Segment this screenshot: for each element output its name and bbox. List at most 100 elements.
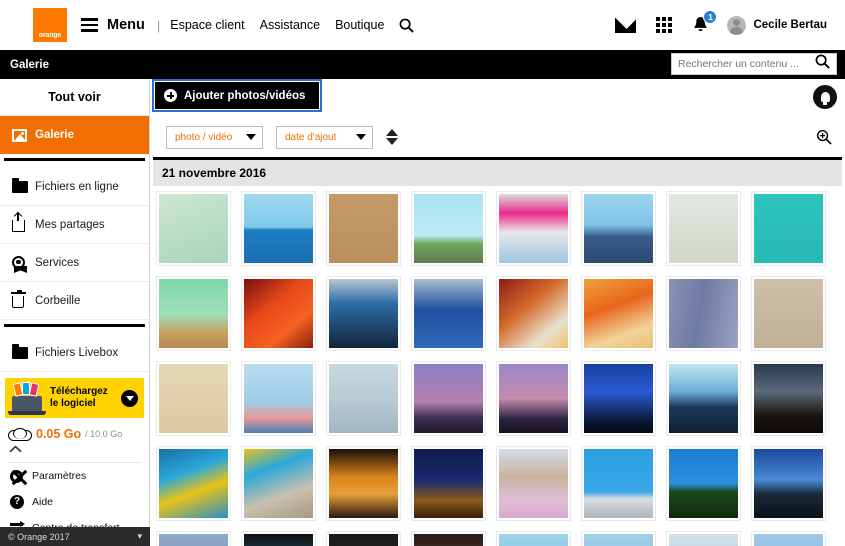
- golden-gate-bridge-cables: [244, 364, 313, 433]
- lightbulb-icon[interactable]: [813, 85, 837, 109]
- user-name[interactable]: Cecile Bertau: [753, 19, 827, 31]
- photo-thumbnail[interactable]: [496, 191, 571, 266]
- sidebar-item-mes-partages[interactable]: Mes partages: [0, 206, 149, 244]
- bell-icon[interactable]: 1: [692, 10, 718, 34]
- photo-thumbnail[interactable]: [666, 276, 741, 351]
- partial-row-thumbnail-6: [584, 534, 653, 546]
- photo-thumbnail[interactable]: [411, 191, 486, 266]
- blue-boat-reflection-in-harbor: [329, 279, 398, 348]
- photo-thumbnail[interactable]: [581, 446, 656, 521]
- gallery-icon: [12, 128, 35, 142]
- sidebar-item-fichiers-en-ligne[interactable]: Fichiers en ligne: [0, 168, 149, 206]
- content-search-box[interactable]: [671, 53, 837, 75]
- partial-row-thumbnail-3: [329, 534, 398, 546]
- people-waiting-at-twilight: [499, 364, 568, 433]
- photo-thumbnail[interactable]: [241, 531, 316, 546]
- filter-sort-dropdown[interactable]: date d'ajout: [276, 125, 373, 149]
- download-circle-icon[interactable]: [121, 389, 138, 407]
- nav-link-espace-client[interactable]: Espace client: [170, 18, 244, 32]
- filter-type-dropdown[interactable]: photo / vidéo: [166, 125, 263, 149]
- sidebar-item-services[interactable]: Services: [0, 244, 149, 282]
- footer-item-parametres[interactable]: Paramètres: [0, 463, 149, 489]
- photo-thumbnail[interactable]: [751, 191, 826, 266]
- main-content: Ajouter photos/vidéos photo / vidéo date…: [150, 79, 845, 546]
- software-illustration-icon: [8, 382, 46, 415]
- sort-updown-icon[interactable]: [386, 129, 398, 145]
- photo-thumbnail[interactable]: [156, 361, 231, 436]
- truck-at-dusk-with-reflection: [669, 364, 738, 433]
- photo-thumbnail[interactable]: [326, 191, 401, 266]
- nav-link-boutique[interactable]: Boutique: [335, 18, 384, 32]
- photo-thumbnail[interactable]: [496, 446, 571, 521]
- photo-thumbnail[interactable]: [156, 446, 231, 521]
- photo-thumbnail[interactable]: [751, 361, 826, 436]
- photo-thumbnail[interactable]: [326, 531, 401, 546]
- avatar[interactable]: [727, 15, 747, 35]
- photo-thumbnail[interactable]: [581, 361, 656, 436]
- photo-thumbnail[interactable]: [666, 361, 741, 436]
- photo-thumbnail[interactable]: [496, 361, 571, 436]
- search-submit-icon[interactable]: [815, 54, 830, 74]
- mail-icon[interactable]: [615, 17, 637, 33]
- chevron-up-icon[interactable]: [9, 444, 149, 456]
- nav-separator: |: [156, 17, 161, 33]
- photo-thumbnail[interactable]: [326, 276, 401, 351]
- photo-thumbnail[interactable]: [411, 531, 486, 546]
- apps-grid-icon[interactable]: [656, 17, 673, 33]
- photo-thumbnail[interactable]: [581, 191, 656, 266]
- cyclists-on-road-from-above: [669, 279, 738, 348]
- person-with-surfboard-on-beach: [244, 194, 313, 263]
- promo-line-1: Téléchargez: [50, 386, 108, 397]
- photo-thumbnail[interactable]: [326, 361, 401, 436]
- photo-thumbnail[interactable]: [411, 276, 486, 351]
- add-photos-videos-button[interactable]: Ajouter photos/vidéos: [151, 79, 323, 112]
- photo-thumbnail[interactable]: [411, 361, 486, 436]
- photo-thumbnail[interactable]: [411, 446, 486, 521]
- trash-icon: [10, 289, 35, 308]
- photo-thumbnail[interactable]: [156, 531, 231, 546]
- photo-thumbnail[interactable]: [496, 531, 571, 546]
- download-software-banner[interactable]: Téléchargez le logiciel: [5, 378, 144, 418]
- sidebar-item-label: Mes partages: [35, 218, 105, 231]
- sidebar-item-corbeille[interactable]: Corbeille: [0, 282, 149, 320]
- date-group-header: 21 novembre 2016: [153, 160, 842, 186]
- photo-thumbnail[interactable]: [156, 191, 231, 266]
- storage-indicator[interactable]: 0.05 Go / 10.0 Go: [0, 418, 149, 443]
- fishing-boat-with-red-buoys: [414, 279, 483, 348]
- photo-thumbnail[interactable]: [156, 276, 231, 351]
- hamburger-menu-icon[interactable]: [81, 18, 98, 32]
- nav-link-assistance[interactable]: Assistance: [260, 18, 320, 32]
- photo-thumbnail[interactable]: [496, 276, 571, 351]
- photo-thumbnail[interactable]: [581, 531, 656, 546]
- photo-thumbnail[interactable]: [751, 446, 826, 521]
- footer-item-aide[interactable]: ? Aide: [0, 489, 149, 515]
- zoom-in-icon[interactable]: [816, 129, 832, 150]
- partial-row-thumbnail-1: [159, 534, 228, 546]
- carnival-ride-at-night: [329, 449, 398, 518]
- photo-thumbnail[interactable]: [241, 276, 316, 351]
- photo-thumbnail[interactable]: [751, 276, 826, 351]
- menu-label[interactable]: Menu: [107, 17, 145, 33]
- storage-total: / 10.0 Go: [85, 429, 123, 439]
- photo-thumbnail[interactable]: [751, 531, 826, 546]
- orange-logo[interactable]: orange: [33, 8, 67, 42]
- photo-thumbnail[interactable]: [241, 446, 316, 521]
- photo-thumbnail[interactable]: [666, 191, 741, 266]
- anchor-drawn-in-sand: [329, 194, 398, 263]
- search-input[interactable]: [678, 58, 815, 70]
- photo-thumbnail[interactable]: [666, 531, 741, 546]
- white-lighthouse-on-green-hill: [669, 449, 738, 518]
- partial-row-thumbnail-8: [754, 534, 823, 546]
- sidebar-header-tout-voir[interactable]: Tout voir: [0, 79, 149, 116]
- storage-used: 0.05 Go: [36, 427, 82, 441]
- photo-thumbnail[interactable]: [581, 276, 656, 351]
- sidebar-item-fichiers-livebox[interactable]: Fichiers Livebox: [0, 334, 149, 372]
- photo-thumbnail[interactable]: [241, 191, 316, 266]
- photo-thumbnail[interactable]: [241, 361, 316, 436]
- chevron-down-icon[interactable]: ▾: [137, 531, 142, 542]
- folder-icon: [12, 343, 35, 359]
- photo-thumbnail[interactable]: [326, 446, 401, 521]
- search-icon[interactable]: [399, 18, 415, 33]
- photo-thumbnail[interactable]: [666, 446, 741, 521]
- sidebar-item-galerie[interactable]: Galerie: [0, 116, 149, 154]
